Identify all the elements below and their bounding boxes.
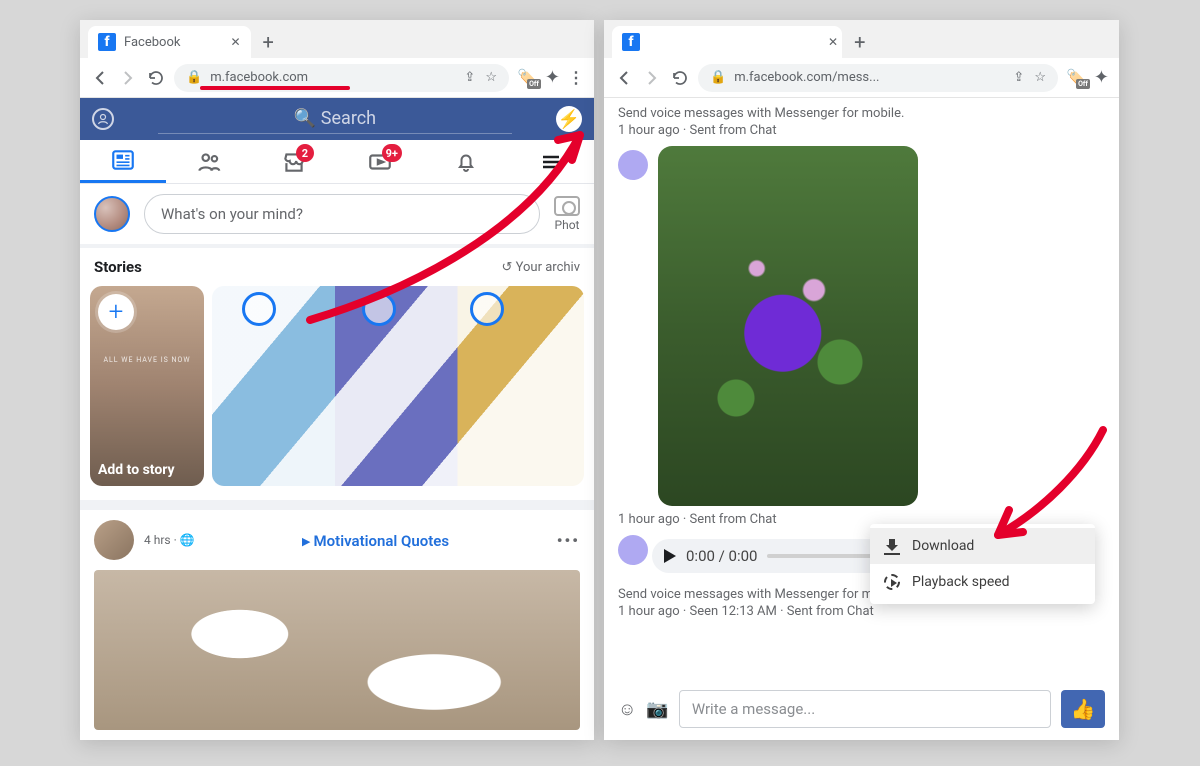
star-icon[interactable]: ☆ [1034,70,1046,85]
badge-marketplace: 2 [296,144,314,162]
story-caption: Add to story [98,462,196,478]
emoji-icon[interactable]: ☺ [618,699,636,720]
menu-download[interactable]: Download [870,528,1095,564]
tab-friends[interactable] [166,140,252,183]
annotation-underline [200,86,350,90]
message-input[interactable]: Write a message... [679,690,1051,728]
message-time: 1 hour ago · Seen 12:13 AM · Sent from C… [618,604,1105,619]
address-bar: 🔒 m.facebook.com ⇪ ☆ 🏷️Off ✦ ⋮ [80,58,594,98]
fb-header: 🔍 Search ⚡ [80,98,594,140]
new-tab-button[interactable]: + [846,26,873,58]
stories-title: Stories [94,258,142,276]
url-text: m.facebook.com [210,70,456,85]
message-time: 1 hour ago · Sent from Chat [618,123,1105,138]
post-meta: 4 hrs · 🌐 [144,533,195,547]
context-menu: Download Playback speed [870,524,1095,604]
chat-input-row: ☺ 📷 Write a message... 👍 [618,690,1105,728]
browser-tab[interactable]: f ✕ [612,26,842,58]
menu-playback-speed[interactable]: Playback speed [870,564,1095,600]
tab-menu[interactable] [508,140,594,183]
avatar[interactable] [94,520,134,560]
window-titlebar: f ✕ + [604,20,1119,58]
post-group-link[interactable]: ▸ Motivational Quotes [302,532,449,550]
composer-photo-button[interactable]: Phot [554,196,580,232]
forward-icon[interactable] [642,68,662,88]
feed-post: 4 hrs · 🌐 ▸ Motivational Quotes ••• [80,510,594,740]
messenger-icon[interactable]: ⚡ [556,106,582,132]
new-tab-button[interactable]: + [255,26,282,58]
tab-notifications[interactable] [423,140,509,183]
facebook-icon: f [98,33,116,51]
voice-hint: Send voice messages with Messenger for m… [618,106,1105,121]
composer-input[interactable]: What's on your mind? [144,194,540,234]
camera-icon[interactable]: 📷 [646,699,668,720]
play-icon[interactable] [664,549,676,563]
share-icon[interactable]: ⇪ [464,70,475,85]
plus-icon: + [98,294,134,330]
extensions-icon[interactable]: ✦ [545,67,560,88]
avatar[interactable] [618,150,648,180]
url-field[interactable]: 🔒 m.facebook.com/mess... ⇪ ☆ [698,64,1058,92]
search-placeholder: Search [321,108,376,129]
post-image-scribbled[interactable] [94,570,580,730]
browser-tab[interactable]: f Facebook ✕ [88,26,251,58]
chat-area: Send voice messages with Messenger for m… [604,98,1119,740]
like-button[interactable]: 👍 [1061,690,1105,728]
reload-icon[interactable] [670,68,690,88]
story-avatar-ring [362,292,396,326]
tab-marketplace[interactable]: 2 [251,140,337,183]
extensions-icon[interactable]: ✦ [1094,67,1109,88]
star-icon[interactable]: ☆ [485,70,497,85]
chat-photo[interactable] [658,146,918,506]
stories-header: Stories Your archiv [80,248,594,286]
facebook-icon: f [622,33,640,51]
browser-window-left: f Facebook ✕ + 🔒 m.facebook.com ⇪ ☆ 🏷️Of… [80,20,594,740]
post-menu-icon[interactable]: ••• [557,531,580,550]
share-icon[interactable]: ⇪ [1013,70,1024,85]
browser-window-right: f ✕ + 🔒 m.facebook.com/mess... ⇪ ☆ 🏷️Off… [604,20,1119,740]
stories-archive-link[interactable]: Your archiv [501,260,580,275]
badge-watch: 9+ [382,144,402,162]
lock-icon: 🔒 [186,70,202,85]
back-icon[interactable] [614,68,634,88]
url-field[interactable]: 🔒 m.facebook.com ⇪ ☆ [174,64,509,92]
overflow-menu-icon[interactable]: ⋮ [568,68,584,87]
track-time: 0:00 / 0:00 [686,547,757,565]
stories-row[interactable]: + ALL WE HAVE IS NOW Add to story [80,286,594,510]
extension-shopping-icon[interactable]: 🏷️Off [1066,68,1086,87]
tab-newsfeed[interactable] [80,140,166,183]
avatar[interactable] [94,196,130,232]
story-avatar-ring [242,292,276,326]
tab-title: Facebook [124,35,180,50]
back-icon[interactable] [90,68,110,88]
url-text: m.facebook.com/mess... [734,70,1005,85]
window-titlebar: f Facebook ✕ + [80,20,594,58]
story-add[interactable]: + ALL WE HAVE IS NOW Add to story [90,286,204,486]
search-icon: 🔍 [294,108,316,129]
forward-icon[interactable] [118,68,138,88]
avatar[interactable] [618,535,648,565]
search-bar[interactable]: 🔍 Search [124,104,546,134]
composer-row: What's on your mind? Phot [80,184,594,248]
profile-icon[interactable] [92,108,114,130]
camera-icon [554,196,580,216]
stories-scribbled[interactable] [212,286,584,486]
extension-shopping-icon[interactable]: 🏷️Off [517,68,537,87]
reload-icon[interactable] [146,68,166,88]
address-bar: 🔒 m.facebook.com/mess... ⇪ ☆ 🏷️Off ✦ [604,58,1119,98]
lock-icon: 🔒 [710,70,726,85]
close-tab-icon[interactable]: ✕ [828,35,838,49]
close-tab-icon[interactable]: ✕ [230,35,240,49]
playback-speed-icon [884,574,900,590]
tab-watch[interactable]: 9+ [337,140,423,183]
story-overlay-text: ALL WE HAVE IS NOW [90,356,204,364]
download-icon [884,539,900,553]
story-avatar-ring [470,292,504,326]
fb-nav-tabs: 2 9+ [80,140,594,184]
